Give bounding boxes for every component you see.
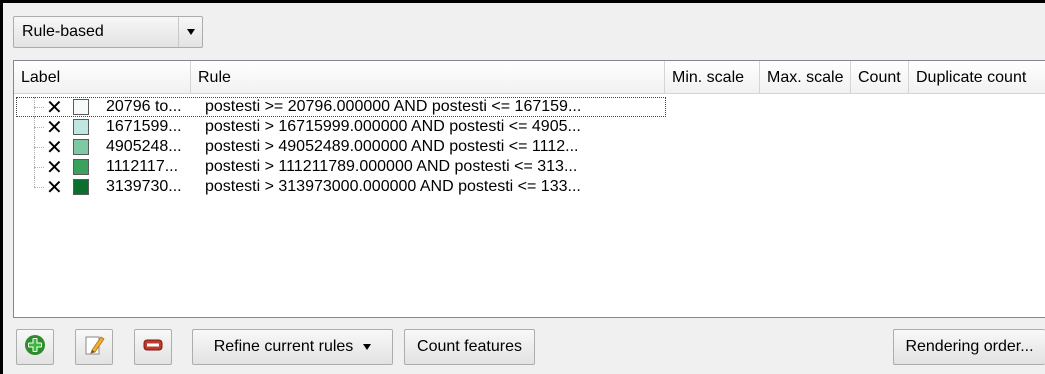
rule-row[interactable]: ✕ 20796 to... postesti >= 20796.000000 A… [14,97,1045,117]
column-header-max-scale[interactable]: Max. scale [760,61,851,94]
rule-visibility-checkbox[interactable]: ✕ [46,177,63,197]
refine-rules-label: Refine current rules [213,338,354,355]
rule-symbol-swatch[interactable] [73,99,89,115]
chevron-down-icon [363,344,372,350]
tree-branch-line [34,167,44,168]
rules-tree[interactable]: Label Rule Min. scale Max. scale Count D… [13,60,1045,318]
refine-rules-button[interactable]: Refine current rules [192,329,393,365]
rule-row[interactable]: ✕ 1671599... postesti > 16715999.000000 … [14,117,1045,137]
dropdown-arrow-icon[interactable] [178,17,202,47]
rule-label: 20796 to... [106,98,182,115]
rule-row[interactable]: ✕ 3139730... postesti > 313973000.000000… [14,177,1045,197]
rule-label: 4905248... [106,138,182,155]
rule-visibility-checkbox[interactable]: ✕ [46,157,63,177]
tree-branch-line [34,127,44,128]
rule-row[interactable]: ✕ 4905248... postesti > 49052489.000000 … [14,137,1045,157]
tree-branch-line [34,187,44,188]
column-header-count[interactable]: Count [851,61,909,94]
edit-rule-icon [83,334,105,361]
tree-branch-line [34,177,35,187]
rule-symbol-swatch[interactable] [73,179,89,195]
rule-row[interactable]: ✕ 1112117... postesti > 111211789.000000… [14,157,1045,177]
tree-branch-line [34,147,44,148]
rule-visibility-checkbox[interactable]: ✕ [46,117,63,137]
column-header-label[interactable]: Label [14,61,191,94]
rule-label: 1671599... [106,118,182,135]
rendering-order-label: Rendering order... [905,338,1034,355]
rule-visibility-checkbox[interactable]: ✕ [46,137,63,157]
rule-symbol-swatch[interactable] [73,139,89,155]
rule-label: 3139730... [106,178,182,195]
rules-list: ✕ 20796 to... postesti >= 20796.000000 A… [14,97,1045,197]
rule-expression: postesti > 16715999.000000 AND postesti … [205,118,581,135]
rendering-order-button[interactable]: Rendering order... [893,329,1045,365]
column-header-rule[interactable]: Rule [191,61,665,94]
remove-rule-icon [142,334,164,361]
tree-branch-line [34,107,44,108]
renderer-type-select[interactable]: Rule-based [13,16,203,48]
column-header-duplicate-count[interactable]: Duplicate count [909,61,1045,94]
rule-expression: postesti > 111211789.000000 AND postesti… [205,158,578,175]
rule-expression: postesti > 313973000.000000 AND postesti… [205,178,581,195]
count-features-button[interactable]: Count features [404,329,535,365]
count-features-label: Count features [417,338,522,355]
column-header-min-scale[interactable]: Min. scale [665,61,760,94]
add-rule-icon [24,334,46,361]
rule-expression: postesti >= 20796.000000 AND postesti <=… [205,98,582,115]
rule-expression: postesti > 49052489.000000 AND postesti … [205,138,579,155]
rule-visibility-checkbox[interactable]: ✕ [46,97,63,117]
rule-symbol-swatch[interactable] [73,159,89,175]
remove-rule-button[interactable] [134,329,172,365]
edit-rule-button[interactable] [75,329,113,365]
rules-tree-header: Label Rule Min. scale Max. scale Count D… [14,61,1045,94]
add-rule-button[interactable] [16,329,54,365]
rule-symbol-swatch[interactable] [73,119,89,135]
rule-label: 1112117... [106,158,179,175]
renderer-type-value: Rule-based [22,23,104,40]
